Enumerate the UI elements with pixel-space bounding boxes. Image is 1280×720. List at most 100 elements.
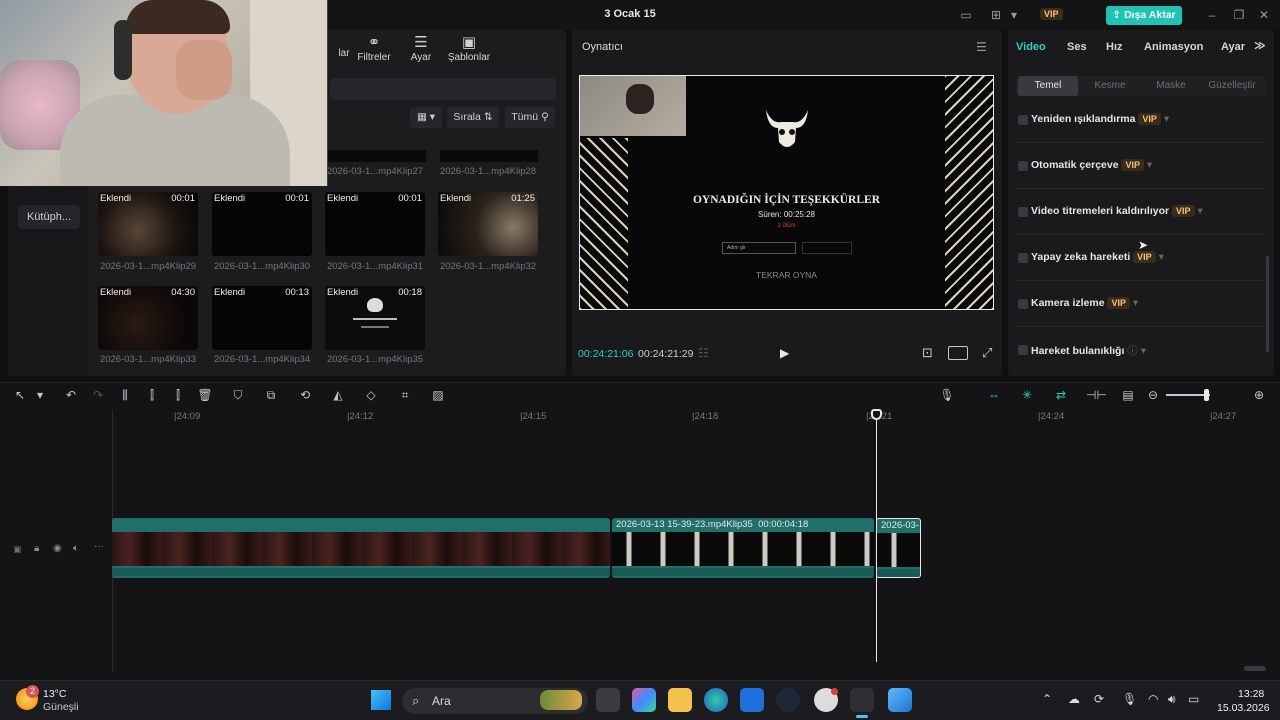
media-clip[interactable]: Eklendi 00:18 bbox=[325, 286, 425, 350]
chevron-down-icon[interactable]: ▾ bbox=[32, 387, 48, 403]
layout-icon[interactable]: ▭ bbox=[958, 7, 974, 23]
view-toggle-button[interactable]: ▦ ▾ bbox=[410, 107, 442, 128]
file-explorer-icon[interactable] bbox=[668, 688, 692, 712]
media-clip[interactable]: Eklendi 00:13 bbox=[212, 286, 312, 350]
eye-icon[interactable]: ◉ bbox=[53, 543, 62, 554]
prop-motion-blur[interactable]: Hareket bulanıklığı ⓘ ▾ bbox=[1016, 329, 1264, 373]
timeline-clip[interactable]: 2026-03-13 15-39-23.mp4Klip35 00:00:04:1… bbox=[612, 518, 874, 578]
close-icon[interactable]: ✕ bbox=[1256, 7, 1272, 23]
image-adjust-icon[interactable]: ▨ bbox=[430, 387, 446, 403]
clip-thumb-partial[interactable] bbox=[440, 150, 538, 162]
playhead-handle[interactable] bbox=[871, 409, 882, 420]
checkbox[interactable] bbox=[1018, 207, 1028, 217]
zoom-out-icon[interactable]: ⊖ bbox=[1145, 387, 1161, 403]
menu-icon[interactable]: ☰ bbox=[976, 40, 987, 54]
aspect-ratio-icon[interactable] bbox=[948, 346, 968, 360]
battery-icon[interactable]: ▭ bbox=[1188, 692, 1199, 706]
select-cursor-icon[interactable]: ↖ bbox=[12, 387, 28, 403]
chevron-down-icon[interactable]: ▾ bbox=[1006, 7, 1022, 23]
timecode-toggle-icon[interactable]: ☷ bbox=[698, 346, 709, 360]
media-clip[interactable]: Eklendi 00:01 bbox=[212, 192, 312, 256]
restore-icon[interactable]: ❐ bbox=[1231, 7, 1247, 23]
microphone-tray-icon[interactable]: 🎙 bbox=[1122, 692, 1137, 706]
nav-library-button[interactable]: Kütüph... bbox=[18, 205, 80, 229]
split-icon[interactable]: ⫼ bbox=[117, 387, 133, 403]
sort-button[interactable]: Sırala ⇅ bbox=[447, 107, 499, 128]
clock-time[interactable]: 13:28 bbox=[1238, 688, 1264, 700]
more-icon[interactable]: ··· bbox=[94, 541, 104, 552]
photos-icon[interactable] bbox=[888, 688, 912, 712]
zoom-slider-handle[interactable] bbox=[1204, 389, 1209, 401]
cloud-icon[interactable]: ☁ bbox=[1068, 692, 1080, 706]
edge-icon[interactable] bbox=[704, 688, 728, 712]
trim-right-icon[interactable]: ⫿ bbox=[170, 387, 186, 403]
media-clip[interactable]: Eklendi 01:25 bbox=[438, 192, 538, 256]
microphone-icon[interactable]: 🎙 bbox=[939, 387, 955, 403]
minimize-icon[interactable]: – bbox=[1204, 7, 1220, 23]
media-clip[interactable]: Eklendi 00:01 bbox=[325, 192, 425, 256]
zoom-fit-icon[interactable]: ⊡ bbox=[922, 345, 933, 361]
tab-video[interactable]: Video bbox=[1016, 41, 1046, 53]
speaker-icon[interactable]: 🔈︎ bbox=[73, 543, 79, 554]
crop-icon[interactable]: ⌗ bbox=[397, 387, 413, 403]
store-icon[interactable] bbox=[740, 688, 764, 712]
trim-left-icon[interactable]: ⫿ bbox=[144, 387, 160, 403]
timeline-clip-selected[interactable]: 2026-03- bbox=[876, 518, 921, 578]
video-preview[interactable]: OYNADIĞIN İÇİN TEŞEKKÜRLER Süren: 00:25:… bbox=[579, 75, 994, 310]
media-clip[interactable]: Eklendi 00:01 bbox=[98, 192, 198, 256]
timeline-scrollbar[interactable] bbox=[1244, 666, 1266, 671]
subtab-basic[interactable]: Temel bbox=[1018, 76, 1078, 96]
checkbox[interactable] bbox=[1018, 253, 1028, 263]
lock-icon[interactable]: 🔒︎ bbox=[34, 543, 39, 554]
shield-icon[interactable]: ⛉ bbox=[230, 387, 246, 403]
track-cover-icon[interactable]: ▣ bbox=[13, 544, 22, 555]
redo-icon[interactable]: ↷ bbox=[90, 387, 106, 403]
checkbox[interactable] bbox=[1018, 299, 1028, 309]
undo-icon[interactable]: ↶ bbox=[63, 387, 79, 403]
timeline-clip[interactable] bbox=[112, 518, 610, 578]
chevron-up-icon[interactable]: ⌃ bbox=[1042, 692, 1052, 706]
panels-icon[interactable]: ⊞ bbox=[988, 7, 1004, 23]
prop-auto-reframe[interactable]: Otomatik çerçeve VIP ▾ bbox=[1016, 145, 1264, 189]
zoom-in-icon[interactable]: ⊕ bbox=[1251, 387, 1267, 403]
fullscreen-icon[interactable]: ⤢ bbox=[982, 345, 992, 361]
export-button[interactable]: ⇪ Dışa Aktar bbox=[1106, 6, 1182, 25]
prop-relight[interactable]: Yeniden ışıklandırma VIP ▾ bbox=[1016, 99, 1264, 143]
update-icon[interactable]: ⟳ bbox=[1094, 692, 1104, 706]
media-search-bar[interactable] bbox=[330, 78, 556, 100]
checkbox[interactable] bbox=[1018, 115, 1028, 125]
task-view-icon[interactable] bbox=[596, 688, 620, 712]
steam-icon[interactable] bbox=[776, 688, 800, 712]
filter-all-button[interactable]: Tümü ⚲ bbox=[505, 107, 555, 128]
freeze-icon[interactable]: ⧉ bbox=[263, 387, 279, 403]
media-clip[interactable]: Eklendi 04:30 bbox=[98, 286, 198, 350]
volume-icon[interactable]: 🔊︎ bbox=[1168, 692, 1176, 707]
copilot-icon[interactable] bbox=[632, 688, 656, 712]
windows-start-icon[interactable] bbox=[371, 690, 391, 710]
tab-adjust[interactable]: Ayar bbox=[1221, 41, 1245, 53]
subtab-beautify[interactable]: Güzelleştir bbox=[1202, 76, 1262, 96]
tab-speed[interactable]: Hız bbox=[1106, 41, 1123, 53]
split-view-icon[interactable]: ⊣⊢ bbox=[1086, 387, 1107, 403]
mirror-icon[interactable]: ◭ bbox=[330, 387, 346, 403]
rotate-icon[interactable]: ◇ bbox=[363, 387, 379, 403]
link-icon[interactable]: ⇄ bbox=[1053, 387, 1069, 403]
tab-animation[interactable]: Animasyon bbox=[1144, 41, 1203, 53]
clip-thumb-partial[interactable] bbox=[328, 150, 426, 162]
prop-stabilize[interactable]: Video titremeleri kaldırılıyor VIP ▾ bbox=[1016, 191, 1264, 235]
clock-date[interactable]: 15.03.2026 bbox=[1217, 702, 1270, 714]
properties-scrollbar[interactable] bbox=[1266, 256, 1269, 352]
reverse-icon[interactable]: ⟲ bbox=[297, 387, 313, 403]
prop-camera-tracking[interactable]: Kamera izleme VIP ▾ bbox=[1016, 283, 1264, 327]
checkbox[interactable] bbox=[1018, 345, 1028, 355]
delete-icon[interactable]: 🗑 bbox=[197, 387, 213, 403]
wifi-icon[interactable]: ◠ bbox=[1148, 692, 1158, 706]
tab-audio[interactable]: Ses bbox=[1067, 41, 1087, 53]
play-icon[interactable]: ▶ bbox=[780, 346, 789, 360]
preview-axis-icon[interactable]: ▤ bbox=[1120, 387, 1136, 403]
subtab-mask[interactable]: Maske bbox=[1141, 76, 1201, 96]
playhead[interactable] bbox=[876, 410, 877, 662]
main-track-magnet-icon[interactable]: ⇔ bbox=[986, 387, 1002, 403]
tool-templates[interactable]: ▣ Şablonlar bbox=[441, 34, 497, 63]
vip-button[interactable]: VIP bbox=[1040, 8, 1063, 20]
